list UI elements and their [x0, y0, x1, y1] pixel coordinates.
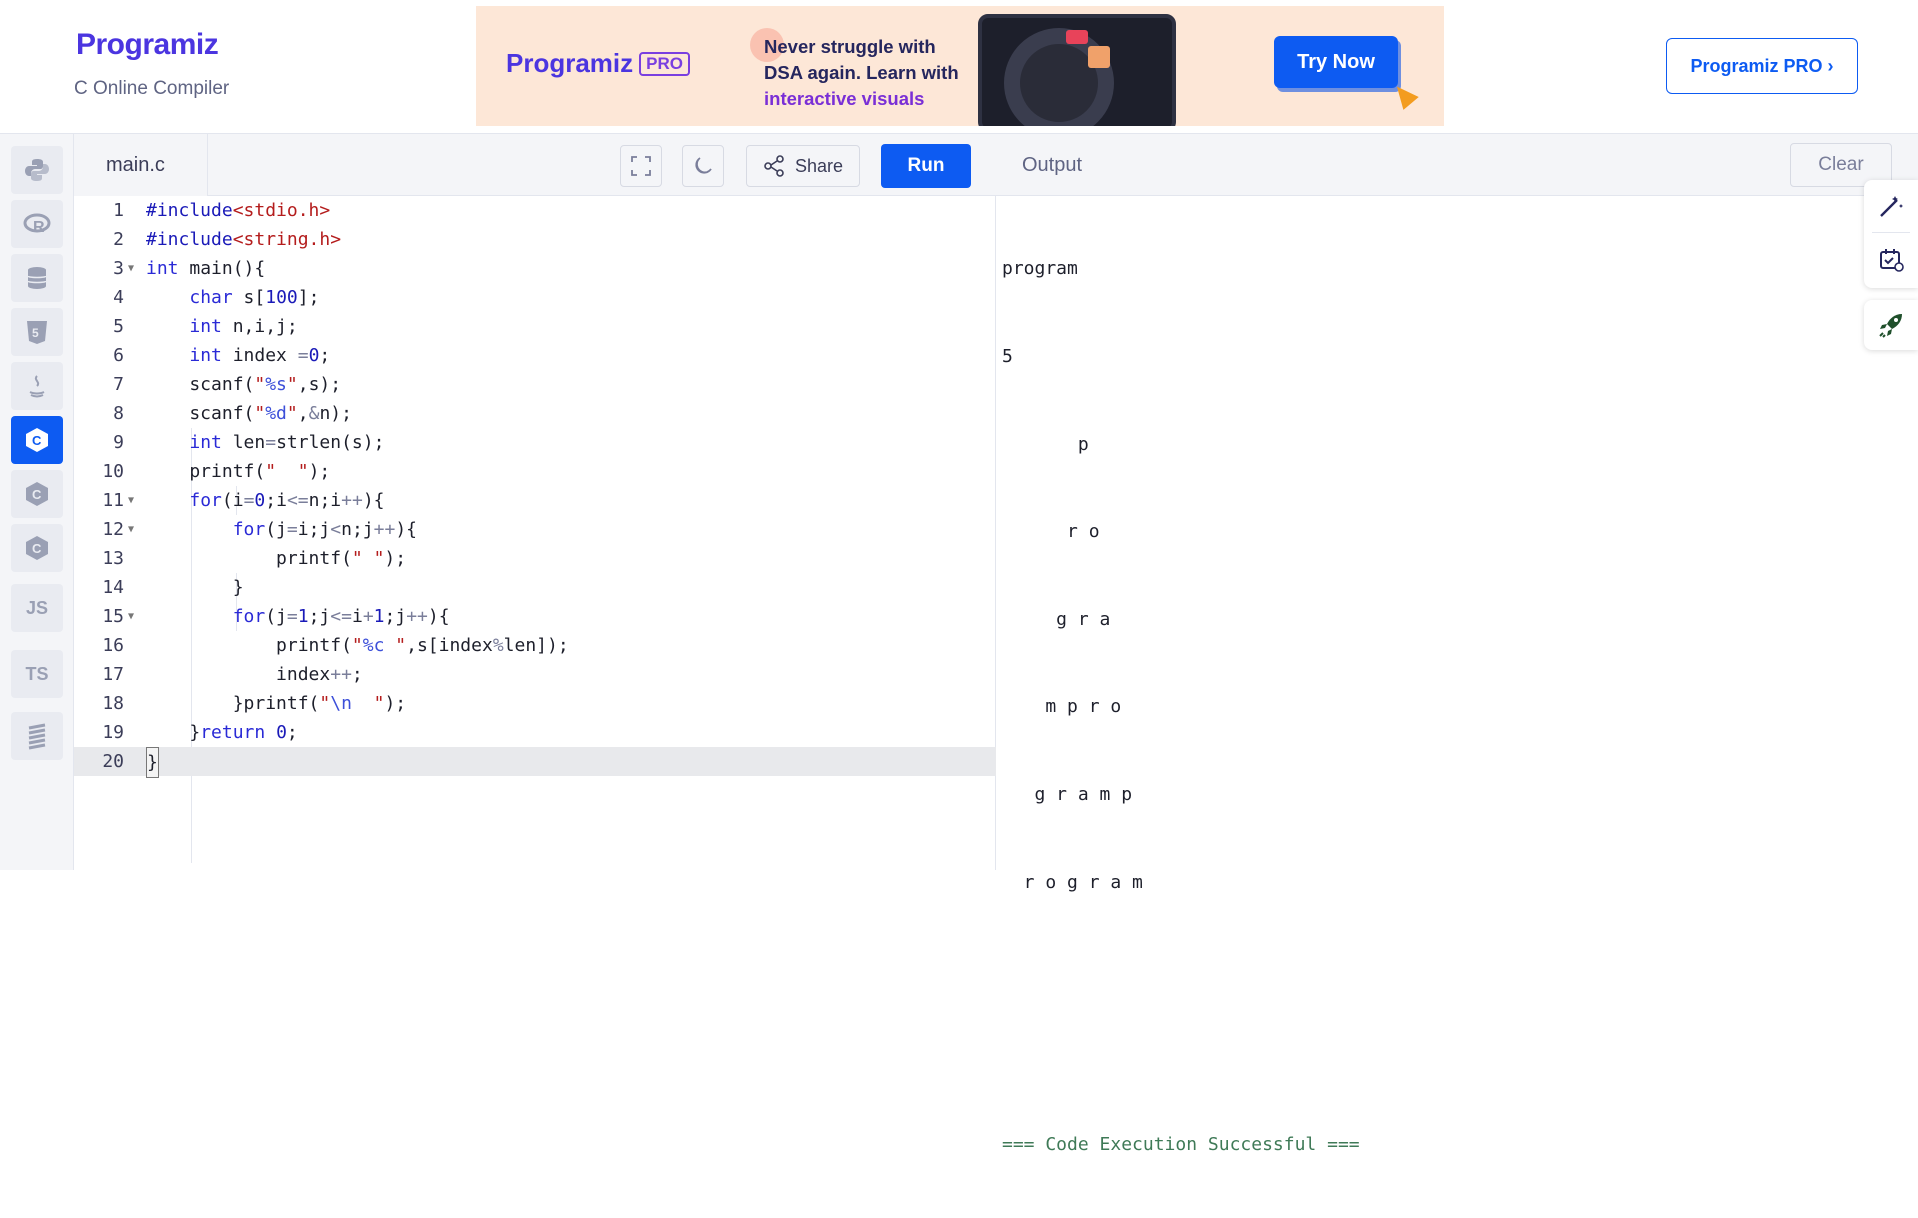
calendar-check-icon[interactable]: [1877, 246, 1905, 274]
java-icon[interactable]: [11, 362, 63, 410]
fullscreen-icon: [631, 156, 651, 176]
try-now-button[interactable]: Try Now: [1274, 36, 1398, 88]
code-line-active[interactable]: 20}: [74, 747, 996, 778]
code-line[interactable]: 5 int n,i,j;: [74, 312, 996, 341]
code-line[interactable]: 7 scanf("%s",s);: [74, 370, 996, 399]
output-line: r o g r a m: [1002, 871, 1143, 893]
code-line[interactable]: 8 scanf("%d",&n);: [74, 399, 996, 428]
output-panel: Output Clear program 5 p r o g r a m p r…: [996, 134, 1918, 1155]
code-line[interactable]: 17 index++;: [74, 660, 996, 689]
fullscreen-button[interactable]: [620, 145, 662, 187]
code-line[interactable]: 1 #include<stdio.h>: [74, 196, 996, 225]
output-line: program: [1002, 258, 1078, 280]
code-line[interactable]: 2 #include<string.h>: [74, 225, 996, 254]
output-line: p: [1002, 433, 1089, 455]
code-line[interactable]: 11 ▼ for(i=0;i<=n;i++){: [74, 486, 996, 515]
typescript-icon[interactable]: TS: [11, 650, 63, 698]
html-icon[interactable]: 5: [11, 308, 63, 356]
code-line[interactable]: 19 }return 0;: [74, 718, 996, 747]
output-line: r o: [1002, 521, 1100, 543]
dial-highlight: [1066, 30, 1088, 44]
magic-wand-icon[interactable]: [1877, 192, 1905, 220]
dark-mode-button[interactable]: [682, 145, 724, 187]
code-line[interactable]: 15 ▼ for(j=1;j<=i+1;j++){: [74, 602, 996, 631]
share-icon: [764, 155, 784, 177]
programiz-logo[interactable]: Programiz: [76, 28, 219, 62]
code-line[interactable]: 14 }: [74, 573, 996, 602]
c-language-icon[interactable]: C: [11, 416, 63, 464]
output-line: g r a m p: [1002, 783, 1133, 805]
dial-graphic: [1004, 28, 1114, 126]
code-line[interactable]: 4 char s[100];: [74, 283, 996, 312]
database-icon[interactable]: [11, 712, 63, 760]
code-editor-panel: main.c Share Run 1 #include<stdio.h> 2 #in…: [74, 134, 996, 870]
file-tab-main-c[interactable]: main.c: [74, 134, 208, 196]
r-icon[interactable]: R: [11, 200, 63, 248]
divider: [1872, 232, 1910, 233]
code-line[interactable]: 9 int len=strlen(s);: [74, 428, 996, 457]
code-line[interactable]: 12 ▼ for(j=i;j<n;j++){: [74, 515, 996, 544]
svg-text:C: C: [32, 541, 42, 556]
output-console[interactable]: program 5 p r o g r a m p r o g r a m p …: [1002, 196, 1360, 1218]
banner-text: Never struggle with DSA again. Learn wit…: [764, 36, 959, 109]
site-header: Programiz C Online Compiler Programiz PRO…: [0, 0, 1918, 134]
svg-text:5: 5: [32, 326, 39, 340]
output-title: Output: [1022, 154, 1083, 176]
share-button[interactable]: Share: [746, 145, 860, 187]
svg-text:C: C: [32, 433, 42, 448]
code-line[interactable]: 18 }printf("\n ");: [74, 689, 996, 718]
pro-tag: PRO: [639, 52, 690, 76]
sql-icon[interactable]: [11, 254, 63, 302]
logo-text: Programiz: [76, 28, 219, 61]
run-button[interactable]: Run: [881, 144, 971, 188]
code-area[interactable]: 1 #include<stdio.h> 2 #include<string.h> 3…: [74, 196, 996, 870]
share-label: Share: [794, 155, 844, 176]
floating-toolbar: [1864, 180, 1918, 288]
programiz-pro-button[interactable]: Programiz PRO ›: [1666, 38, 1858, 94]
csharp-icon[interactable]: C: [11, 524, 63, 572]
output-line: g r a: [1002, 608, 1111, 630]
code-line[interactable]: 3 ▼ int main(){: [74, 254, 996, 283]
output-line: 5: [1002, 346, 1013, 367]
code-line[interactable]: 6 int index =0;: [74, 341, 996, 370]
device-illustration: [978, 14, 1176, 126]
output-toolbar: Output Clear: [996, 134, 1918, 196]
code-line[interactable]: 13 printf(" ");: [74, 544, 996, 573]
cpp-icon[interactable]: C: [11, 470, 63, 518]
promo-banner[interactable]: Programiz PRO Never struggle with DSA aga…: [476, 6, 1444, 126]
dial-highlight-2: [1088, 46, 1110, 68]
editor-toolbar: main.c Share Run: [74, 134, 996, 196]
python-icon[interactable]: [11, 146, 63, 194]
deploy-button[interactable]: [1864, 300, 1918, 350]
code-line[interactable]: 16 printf("%c ",s[index%len]);: [74, 631, 996, 660]
code-line[interactable]: 10 printf(" ");: [74, 457, 996, 486]
svg-text:C: C: [32, 487, 42, 502]
javascript-icon[interactable]: JS: [11, 584, 63, 632]
output-line: m p r o: [1002, 696, 1122, 718]
rocket-icon: [1879, 314, 1902, 338]
execution-status: === Code Execution Successful ===: [1002, 1134, 1360, 1156]
language-sidebar: R 5 C C C JS TS: [0, 134, 74, 870]
moon-icon: [695, 157, 712, 174]
banner-logo: Programiz PRO: [506, 48, 690, 79]
svg-text:R: R: [33, 219, 45, 236]
page-subtitle: C Online Compiler: [74, 78, 230, 99]
